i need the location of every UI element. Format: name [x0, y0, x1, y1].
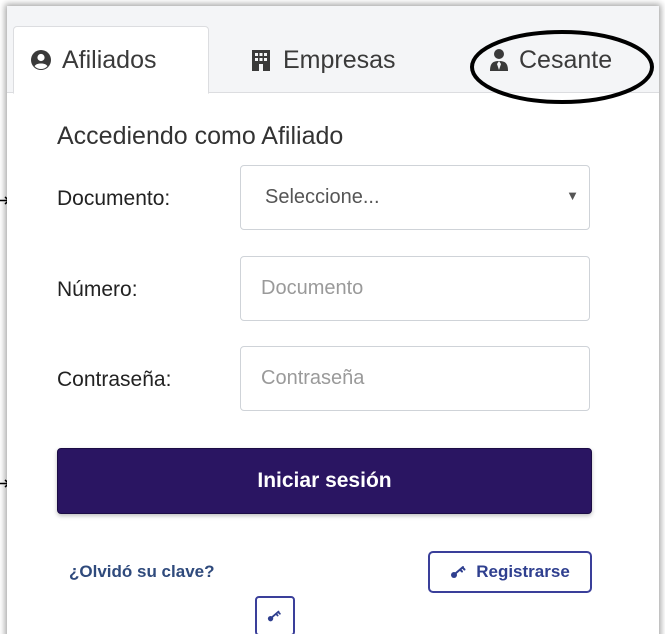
user-circle-icon	[31, 50, 51, 70]
forgot-password-link[interactable]: ¿Olvidó su clave?	[69, 562, 215, 582]
key-icon	[267, 610, 281, 622]
tab-afiliados[interactable]: Afiliados	[13, 26, 209, 94]
login-button[interactable]: Iniciar sesión	[57, 448, 592, 514]
key-icon	[451, 566, 466, 578]
caret-down-icon: ▼	[566, 188, 579, 203]
tab-label: Cesante	[519, 45, 613, 74]
register-button[interactable]: Registrarse	[428, 551, 592, 593]
contrasena-label: Contraseña:	[57, 368, 172, 391]
user-tie-icon	[490, 49, 508, 71]
documento-select[interactable]: Seleccione... ▼	[240, 165, 590, 230]
numero-label: Número:	[57, 278, 138, 301]
tab-cesante[interactable]: Cesante	[489, 26, 612, 94]
contrasena-placeholder: Contraseña	[261, 367, 365, 389]
tab-label: Afiliados	[62, 45, 157, 74]
numero-input[interactable]: Documento	[240, 256, 590, 321]
documento-selected-value: Seleccione...	[265, 186, 380, 208]
tab-empresas[interactable]: Empresas	[249, 26, 396, 94]
documento-label: Documento:	[57, 187, 171, 210]
login-panel: Afiliados Empresas Cesante Accediendo co…	[7, 6, 659, 634]
tab-label: Empresas	[283, 45, 396, 74]
register-label: Registrarse	[476, 562, 570, 581]
building-icon	[252, 50, 270, 71]
contrasena-input[interactable]: Contraseña	[240, 346, 590, 411]
numero-placeholder: Documento	[261, 277, 364, 299]
form-title: Accediendo como Afiliado	[57, 122, 344, 150]
tab-bar: Afiliados Empresas Cesante	[7, 6, 659, 94]
key-button[interactable]	[255, 596, 295, 634]
